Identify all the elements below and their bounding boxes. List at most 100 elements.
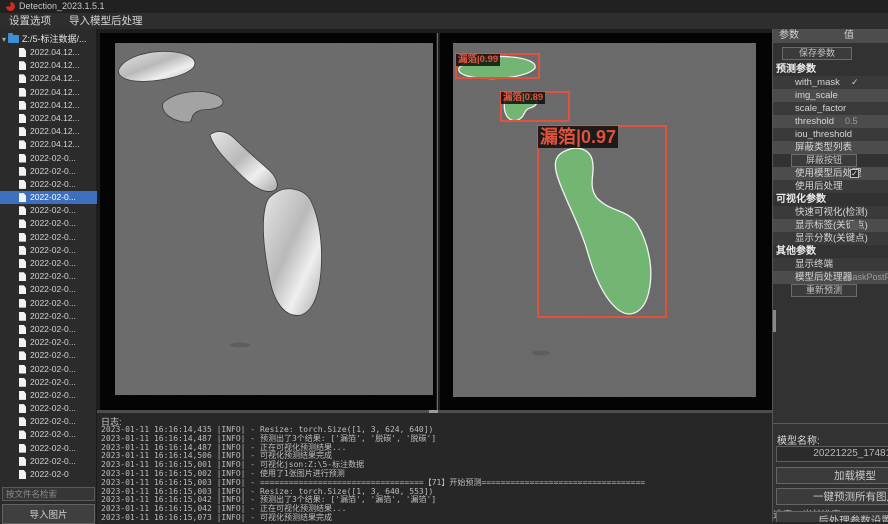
file-icon xyxy=(19,378,26,387)
search-input[interactable] xyxy=(2,487,95,501)
tree-item[interactable]: 2022.04.12... xyxy=(0,72,97,85)
detection-box xyxy=(537,125,667,318)
column-param: 参数 xyxy=(779,29,799,43)
tree-item[interactable]: 2022-02-0... xyxy=(0,442,97,455)
menu-item-0[interactable]: 设置选项 xyxy=(0,13,60,30)
tree-item-label: 2022-02-0... xyxy=(30,232,76,242)
mask-types-button[interactable]: 屏蔽按钮 xyxy=(791,154,857,167)
tree-item[interactable]: 2022-02-0... xyxy=(0,349,97,362)
params-rows: 预测参数with_mask✓img_scalescale_factorthres… xyxy=(773,63,888,297)
param-row[interactable]: 屏蔽类型列表 xyxy=(773,141,888,154)
tree-item[interactable]: 2022-02-0... xyxy=(0,415,97,428)
checkbox-checked-icon[interactable]: ✓ xyxy=(850,169,859,178)
file-icon xyxy=(19,193,26,202)
tree-item-label: 2022-02-0... xyxy=(30,416,76,426)
model-name-field[interactable]: 20221225_174813 xyxy=(776,446,888,462)
tree-item[interactable]: 2022-02-0... xyxy=(0,363,97,376)
tree-item[interactable]: 2022-02-0... xyxy=(0,336,97,349)
tree-item-list: 2022.04.12...2022.04.12...2022.04.12...2… xyxy=(0,46,97,486)
param-row[interactable]: threshold0.5 xyxy=(773,115,888,128)
tree-root-folder[interactable]: ▾Z:/5-标注数据/... xyxy=(2,33,87,46)
tree-item[interactable]: 2022-02-0... xyxy=(0,323,97,336)
file-icon xyxy=(19,259,26,268)
caret-down-icon[interactable]: ▾ xyxy=(2,35,6,44)
tree-item[interactable]: 2022.04.12... xyxy=(0,138,97,151)
tree-item-label: 2022-02-0 xyxy=(30,469,69,479)
param-row[interactable]: iou_threshold xyxy=(773,128,888,141)
file-icon xyxy=(19,325,26,334)
file-icon xyxy=(19,88,26,97)
tree-item[interactable]: 2022-02-0... xyxy=(0,310,97,323)
tree-item[interactable]: 2022-02-0... xyxy=(0,389,97,402)
tree-item[interactable]: 2022-02-0... xyxy=(0,191,97,204)
tree-item[interactable]: 2022-02-0... xyxy=(0,402,97,415)
tree-item[interactable]: 2022-02-0... xyxy=(0,165,97,178)
tree-item-label: 2022-02-0... xyxy=(30,403,76,413)
tree-item[interactable]: 2022-02-0... xyxy=(0,231,97,244)
file-icon xyxy=(19,457,26,466)
tree-item[interactable]: 2022-02-0... xyxy=(0,244,97,257)
model-section: 模型名称: 20221225_174813 加载模型 一键预测所有图片 速度:0… xyxy=(773,423,888,522)
tree-item[interactable]: 2022-02-0... xyxy=(0,204,97,217)
param-row[interactable]: 使用模型后处理✓ xyxy=(773,167,888,180)
param-row[interactable]: 使用后处理 xyxy=(773,180,888,193)
tree-item-label: 2022-02-0... xyxy=(30,192,76,202)
tree-item[interactable]: 2022-02-0... xyxy=(0,428,97,441)
save-params-button[interactable]: 保存参数 xyxy=(782,47,852,60)
title-bar: Detection_2023.1.5.1 xyxy=(0,0,888,13)
param-label: img_scale xyxy=(795,90,838,101)
tree-item[interactable]: 2022.04.12... xyxy=(0,99,97,112)
tree-item[interactable]: 2022-02-0... xyxy=(0,376,97,389)
import-images-button[interactable]: 导入图片 xyxy=(2,504,95,524)
param-button-row: 重新预测 xyxy=(773,284,888,297)
panel-scroll-handle[interactable] xyxy=(773,310,776,332)
tree-item[interactable]: 2022.04.12... xyxy=(0,112,97,125)
file-icon xyxy=(19,351,26,360)
file-icon xyxy=(19,470,26,479)
tree-item[interactable]: 2022-02-0 xyxy=(0,468,97,481)
tree-item[interactable]: 2022-02-0... xyxy=(0,455,97,468)
tree-item[interactable]: 2022.04.12... xyxy=(0,125,97,138)
param-row[interactable]: 显示标签(关键点) xyxy=(773,219,888,232)
param-row[interactable]: scale_factor xyxy=(773,102,888,115)
param-row[interactable]: 模型后处理器MaskPostPro xyxy=(773,271,888,284)
file-icon xyxy=(19,48,26,57)
param-row[interactable]: 显示分数(关键点) xyxy=(773,232,888,245)
params-header-row: 参数 值 xyxy=(773,29,888,43)
tree-item[interactable]: 2022.04.12... xyxy=(0,46,97,59)
tree-item[interactable]: 2022-02-0... xyxy=(0,257,97,270)
tree-item[interactable]: 2022-02-0... xyxy=(0,178,97,191)
param-row[interactable]: with_mask✓ xyxy=(773,76,888,89)
tree-item[interactable]: 2022.04.12... xyxy=(0,86,97,99)
tree-item-label: 2022-02-0... xyxy=(30,456,76,466)
postprocess-settings-button[interactable]: 后处理参数设置 xyxy=(776,511,888,522)
tree-item-label: 2022.04.12... xyxy=(30,100,80,110)
checkbox-empty-icon[interactable] xyxy=(850,221,859,230)
tree-item[interactable]: 2022-02-0... xyxy=(0,152,97,165)
tree-item[interactable]: 2022-02-0... xyxy=(0,270,97,283)
repredict-button[interactable]: 重新预测 xyxy=(791,284,857,297)
menu-item-1[interactable]: 导入模型后处理 xyxy=(60,13,152,30)
param-row[interactable]: img_scale xyxy=(773,89,888,102)
section-title: 可视化参数 xyxy=(773,193,888,206)
param-label: iou_threshold xyxy=(795,129,852,140)
tree-item-label: 2022.04.12... xyxy=(30,47,80,57)
viewer-divider[interactable] xyxy=(437,33,438,410)
tree-item[interactable]: 2022-02-0... xyxy=(0,283,97,296)
folder-icon xyxy=(8,35,19,43)
tree-item[interactable]: 2022.04.12... xyxy=(0,59,97,72)
load-model-button[interactable]: 加载模型 xyxy=(776,467,888,484)
param-row[interactable]: 显示终端 xyxy=(773,258,888,271)
file-icon xyxy=(19,246,26,255)
file-icon xyxy=(19,404,26,413)
param-value: MaskPostPro xyxy=(845,271,888,284)
detection-label: 漏箔|0.97 xyxy=(538,126,618,148)
tree-item[interactable]: 2022-02-0... xyxy=(0,217,97,230)
model-name-label: 模型名称: xyxy=(777,432,820,447)
file-icon xyxy=(19,127,26,136)
tree-item-label: 2022-02-0... xyxy=(30,179,76,189)
tree-item[interactable]: 2022-02-0... xyxy=(0,297,97,310)
predict-all-button[interactable]: 一键预测所有图片 xyxy=(776,488,888,505)
param-row[interactable]: 快速可视化(检测) xyxy=(773,206,888,219)
tree-item-label: 2022-02-0... xyxy=(30,337,76,347)
